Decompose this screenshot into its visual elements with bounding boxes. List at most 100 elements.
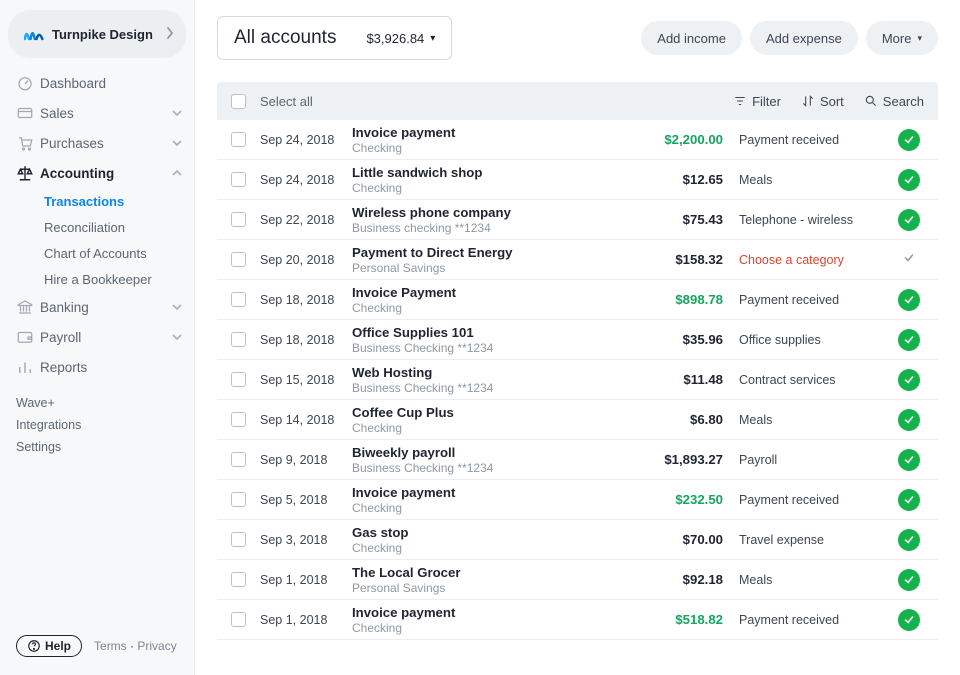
nav-payroll[interactable]: Payroll	[0, 322, 194, 352]
transaction-row[interactable]: Sep 3, 2018Gas stopChecking$70.00Travel …	[217, 520, 938, 560]
nav-sales[interactable]: Sales	[0, 98, 194, 128]
transaction-account: Checking	[352, 421, 628, 435]
row-checkbox[interactable]	[231, 252, 246, 267]
transaction-date: Sep 18, 2018	[260, 333, 352, 347]
transactions-list: Sep 24, 2018Invoice paymentChecking$2,20…	[217, 120, 938, 640]
nav-sub-chart-of-accounts[interactable]: Chart of Accounts	[0, 240, 194, 266]
privacy-link[interactable]: Privacy	[137, 639, 176, 653]
nav-sub-transactions[interactable]: Transactions	[0, 188, 194, 214]
transaction-category: Contract services	[739, 373, 894, 387]
chevron-down-icon	[172, 108, 182, 118]
transaction-row[interactable]: Sep 18, 2018Office Supplies 101Business …	[217, 320, 938, 360]
chevron-down-icon	[172, 138, 182, 148]
row-checkbox[interactable]	[231, 412, 246, 427]
transaction-date: Sep 24, 2018	[260, 173, 352, 187]
check-circle-icon	[898, 489, 920, 511]
transaction-category: Travel expense	[739, 533, 894, 547]
row-checkbox[interactable]	[231, 132, 246, 147]
nav-label: Payroll	[40, 330, 172, 345]
terms-link[interactable]: Terms	[94, 639, 127, 653]
transaction-date: Sep 22, 2018	[260, 213, 352, 227]
transaction-status	[894, 209, 924, 231]
search-button[interactable]: Search	[864, 94, 924, 109]
transaction-account: Personal Savings	[352, 581, 628, 595]
transaction-row[interactable]: Sep 20, 2018Payment to Direct EnergyPers…	[217, 240, 938, 280]
nav-wave-plus[interactable]: Wave+	[0, 392, 194, 414]
transaction-status	[894, 169, 924, 191]
row-checkbox[interactable]	[231, 492, 246, 507]
nav-accounting[interactable]: Accounting	[0, 158, 194, 188]
row-checkbox[interactable]	[231, 172, 246, 187]
transaction-row[interactable]: Sep 22, 2018Wireless phone companyBusine…	[217, 200, 938, 240]
nav-sub-hire-bookkeeper[interactable]: Hire a Bookkeeper	[0, 266, 194, 292]
transaction-amount: $232.50	[628, 492, 723, 507]
transaction-row[interactable]: Sep 1, 2018Invoice paymentChecking$518.8…	[217, 600, 938, 640]
chevron-down-icon	[172, 332, 182, 342]
transaction-title: Invoice payment	[352, 485, 628, 500]
transaction-category: Payment received	[739, 133, 894, 147]
transaction-row[interactable]: Sep 14, 2018Coffee Cup PlusChecking$6.80…	[217, 400, 938, 440]
transaction-amount: $898.78	[628, 292, 723, 307]
row-checkbox[interactable]	[231, 532, 246, 547]
nav-dashboard[interactable]: Dashboard	[0, 68, 194, 98]
sidebar: Turnpike Design Dashboard Sales Purchase…	[0, 0, 195, 675]
filter-button[interactable]: Filter	[733, 94, 781, 109]
row-checkbox[interactable]	[231, 372, 246, 387]
nav-reports[interactable]: Reports	[0, 352, 194, 382]
sort-button[interactable]: Sort	[801, 94, 844, 109]
transaction-description: The Local GrocerPersonal Savings	[352, 565, 628, 595]
transaction-date: Sep 18, 2018	[260, 293, 352, 307]
nav-integrations[interactable]: Integrations	[0, 414, 194, 436]
add-income-button[interactable]: Add income	[641, 21, 742, 55]
nav-label: Reports	[40, 360, 182, 375]
row-checkbox[interactable]	[231, 612, 246, 627]
nav-label: Dashboard	[40, 76, 182, 91]
nav-purchases[interactable]: Purchases	[0, 128, 194, 158]
nav-sub-reconciliation[interactable]: Reconciliation	[0, 214, 194, 240]
transaction-row[interactable]: Sep 24, 2018Invoice paymentChecking$2,20…	[217, 120, 938, 160]
account-selector[interactable]: All accounts $3,926.84 ▾	[217, 16, 452, 60]
transaction-title: Invoice Payment	[352, 285, 628, 300]
transaction-status	[894, 409, 924, 431]
transaction-category: Payroll	[739, 453, 894, 467]
scale-icon	[16, 164, 40, 182]
transaction-category: Telephone - wireless	[739, 213, 894, 227]
select-all-checkbox[interactable]	[231, 94, 246, 109]
transaction-description: Invoice PaymentChecking	[352, 285, 628, 315]
sort-icon	[801, 94, 815, 108]
transaction-status	[894, 369, 924, 391]
transaction-amount: $11.48	[628, 372, 723, 387]
transaction-row[interactable]: Sep 1, 2018The Local GrocerPersonal Savi…	[217, 560, 938, 600]
company-name: Turnpike Design	[52, 27, 166, 42]
row-checkbox[interactable]	[231, 332, 246, 347]
transaction-row[interactable]: Sep 9, 2018Biweekly payrollBusiness Chec…	[217, 440, 938, 480]
row-checkbox[interactable]	[231, 572, 246, 587]
transaction-row[interactable]: Sep 24, 2018Little sandwich shopChecking…	[217, 160, 938, 200]
transaction-description: Wireless phone companyBusiness checking …	[352, 205, 628, 235]
more-button[interactable]: More▾	[866, 21, 938, 55]
company-switcher[interactable]: Turnpike Design	[8, 10, 186, 58]
check-circle-icon	[898, 289, 920, 311]
select-all-label: Select all	[260, 94, 713, 109]
add-expense-button[interactable]: Add expense	[750, 21, 858, 55]
transaction-amount: $12.65	[628, 172, 723, 187]
row-checkbox[interactable]	[231, 292, 246, 307]
transaction-row[interactable]: Sep 5, 2018Invoice paymentChecking$232.5…	[217, 480, 938, 520]
transaction-status	[894, 329, 924, 351]
chevron-up-icon	[172, 168, 182, 178]
transaction-date: Sep 3, 2018	[260, 533, 352, 547]
transaction-row[interactable]: Sep 15, 2018Web HostingBusiness Checking…	[217, 360, 938, 400]
sidebar-footer: Help Terms · Privacy	[0, 623, 194, 675]
nav-banking[interactable]: Banking	[0, 292, 194, 322]
transaction-category[interactable]: Choose a category	[739, 253, 894, 267]
transaction-row[interactable]: Sep 18, 2018Invoice PaymentChecking$898.…	[217, 280, 938, 320]
transaction-title: Biweekly payroll	[352, 445, 628, 460]
nav-settings[interactable]: Settings	[0, 436, 194, 458]
main: All accounts $3,926.84 ▾ Add income Add …	[195, 0, 960, 675]
help-button[interactable]: Help	[16, 635, 82, 657]
row-checkbox[interactable]	[231, 452, 246, 467]
row-checkbox[interactable]	[231, 212, 246, 227]
transaction-title: Web Hosting	[352, 365, 628, 380]
transaction-description: Payment to Direct EnergyPersonal Savings	[352, 245, 628, 275]
nav-label: Purchases	[40, 136, 172, 151]
